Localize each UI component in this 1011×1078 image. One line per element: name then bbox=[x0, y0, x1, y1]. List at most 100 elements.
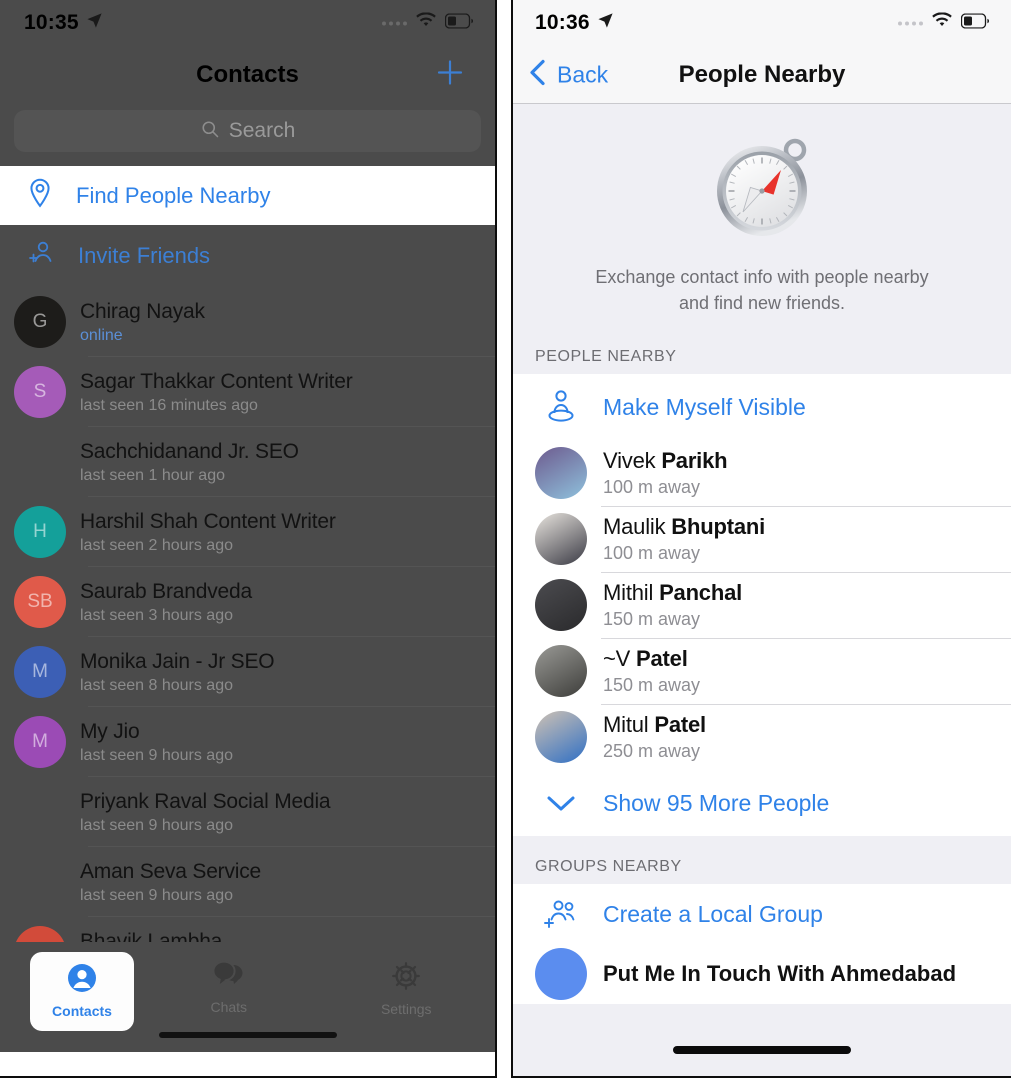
plus-icon[interactable] bbox=[435, 58, 465, 93]
people-nearby-hero: Exchange contact info with people nearby… bbox=[513, 104, 1011, 327]
contacts-list-dimmed: Invite Friends G Chirag Nayak online S Sagar… bbox=[0, 225, 495, 1052]
status-bar-right: 10:36 bbox=[513, 0, 1011, 46]
status-bar-left: 10:35 bbox=[0, 0, 495, 46]
contact-name: Sachchidanand Jr. SEO bbox=[80, 439, 299, 463]
create-local-group-row[interactable]: Create a Local Group bbox=[513, 884, 1011, 944]
person-distance: 150 m away bbox=[603, 675, 701, 696]
contact-row[interactable]: Aman Seva Service last seen 9 hours ago bbox=[0, 847, 495, 917]
contacts-top-dimmed: 10:35 Contacts Search bbox=[0, 0, 495, 166]
contact-status: last seen 9 hours ago bbox=[80, 746, 233, 764]
search-placeholder: Search bbox=[228, 119, 296, 142]
person-row[interactable]: ~V Patel 150 m away bbox=[513, 638, 1011, 704]
contact-status: last seen 2 hours ago bbox=[80, 536, 233, 554]
people-list: Vivek Parikh 100 m away Maulik Bhuptani 100… bbox=[513, 440, 1011, 770]
hero-description-line1: Exchange contact info with people nearby bbox=[595, 267, 929, 287]
home-indicator-left bbox=[158, 1032, 337, 1038]
left-phone-screen: 10:35 Contacts Search Find People Nearby… bbox=[0, 0, 497, 1078]
status-bar-indicators-right bbox=[898, 12, 991, 34]
contact-status: last seen 9 hours ago bbox=[80, 816, 233, 834]
avatar bbox=[535, 645, 587, 698]
groups-nearby-sheet: Create a Local Group Put Me In Touch Wit… bbox=[513, 884, 1011, 1005]
contact-status: online bbox=[80, 326, 123, 344]
contact-status: last seen 9 hours ago bbox=[80, 886, 233, 904]
contact-row[interactable]: Sachchidanand Jr. SEO last seen 1 hour ag… bbox=[0, 427, 495, 497]
contact-name: Chirag Nayak bbox=[80, 299, 205, 323]
person-distance: 100 m away bbox=[603, 477, 701, 498]
hero-description: Exchange contact info with people nearby… bbox=[513, 265, 1011, 316]
contact-row[interactable]: M Monika Jain - Jr SEO last seen 8 hours a… bbox=[0, 637, 495, 707]
person-row[interactable]: Vivek Parikh 100 m away bbox=[513, 440, 1011, 506]
tab-settings-label: Settings bbox=[380, 1001, 432, 1017]
show-more-people-label: Show 95 More People bbox=[603, 789, 830, 816]
person-name: Maulik Bhuptani bbox=[603, 514, 766, 540]
contact-row[interactable]: M My Jio last seen 9 hours ago bbox=[0, 707, 495, 777]
avatar bbox=[14, 786, 66, 838]
back-button[interactable]: Back bbox=[525, 57, 608, 92]
person-distance: 100 m away bbox=[603, 543, 701, 564]
avatar bbox=[535, 948, 587, 1001]
contact-row[interactable]: Priyank Raval Social Media last seen 9 ho… bbox=[0, 777, 495, 847]
contact-name: Harshil Shah Content Writer bbox=[80, 509, 336, 533]
compass-icon bbox=[703, 138, 821, 250]
contact-row[interactable]: S Sagar Thakkar Content Writer last seen 1… bbox=[0, 357, 495, 427]
avatar bbox=[535, 513, 587, 566]
battery-icon bbox=[444, 12, 475, 33]
search-input[interactable]: Search bbox=[14, 110, 481, 152]
person-row[interactable]: Mithil Panchal 150 m away bbox=[513, 572, 1011, 638]
wifi-icon bbox=[415, 12, 437, 34]
find-people-nearby-row[interactable]: Find People Nearby bbox=[0, 166, 495, 225]
person-circle-icon bbox=[66, 962, 98, 999]
person-distance: 250 m away bbox=[603, 741, 701, 762]
invite-friends-row[interactable]: Invite Friends bbox=[0, 225, 495, 287]
person-name: ~V Patel bbox=[603, 646, 688, 672]
avatar: S bbox=[14, 366, 66, 418]
right-phone-screen: 10:36 Back People Nearby Exchange contac… bbox=[511, 0, 1011, 1078]
contact-status: last seen 8 hours ago bbox=[80, 676, 233, 694]
group-row[interactable]: Put Me In Touch With Ahmedabad bbox=[513, 944, 1011, 1004]
tab-contacts-label: Contacts bbox=[52, 1003, 112, 1019]
person-row[interactable]: Mitul Patel 250 m away bbox=[513, 704, 1011, 770]
tab-chats[interactable]: Chats bbox=[140, 952, 318, 1015]
status-bar-time-right: 10:36 bbox=[535, 11, 590, 34]
hero-description-line2: and find new friends. bbox=[678, 292, 846, 313]
contact-name: Sagar Thakkar Content Writer bbox=[80, 369, 353, 393]
contacts-list: G Chirag Nayak online S Sagar Thakkar Conten… bbox=[0, 287, 495, 987]
people-nearby-navbar: Back People Nearby bbox=[513, 46, 1011, 104]
make-myself-visible-label: Make Myself Visible bbox=[603, 393, 806, 420]
show-more-people-row[interactable]: Show 95 More People bbox=[513, 770, 1011, 836]
contact-row[interactable]: H Harshil Shah Content Writer last seen 2 … bbox=[0, 497, 495, 567]
status-bar-indicators bbox=[382, 12, 475, 34]
person-row[interactable]: Maulik Bhuptani 100 m away bbox=[513, 506, 1011, 572]
contact-status: last seen 1 hour ago bbox=[80, 466, 225, 484]
gear-icon bbox=[390, 960, 422, 997]
contact-status: last seen 16 minutes ago bbox=[80, 396, 258, 414]
avatar bbox=[535, 447, 587, 500]
person-name: Mitul Patel bbox=[603, 712, 706, 738]
cellular-dots-icon bbox=[898, 21, 923, 25]
chevron-left-icon bbox=[525, 57, 551, 92]
tab-settings[interactable]: Settings bbox=[318, 952, 496, 1017]
avatar: M bbox=[14, 646, 66, 698]
avatar bbox=[14, 436, 66, 488]
contact-row[interactable]: SB Saurab Brandveda last seen 3 hours ago bbox=[0, 567, 495, 637]
location-arrow-icon bbox=[86, 12, 103, 34]
wifi-icon bbox=[931, 12, 953, 34]
groups-nearby-section-header: GROUPS NEARBY bbox=[513, 836, 1011, 885]
group-name: Put Me In Touch With Ahmedabad bbox=[603, 961, 957, 987]
avatar: H bbox=[14, 506, 66, 558]
back-button-label: Back bbox=[557, 61, 609, 87]
contact-row[interactable]: G Chirag Nayak online bbox=[0, 287, 495, 357]
contact-name: Monika Jain - Jr SEO bbox=[80, 649, 275, 673]
tab-contacts[interactable]: Contacts bbox=[30, 952, 134, 1031]
location-arrow-icon bbox=[597, 12, 614, 34]
chevron-down-icon bbox=[535, 792, 587, 814]
tab-chats-label: Chats bbox=[210, 999, 248, 1015]
avatar: M bbox=[14, 716, 66, 768]
people-nearby-section-header: PEOPLE NEARBY bbox=[513, 326, 1011, 375]
avatar: G bbox=[14, 296, 66, 348]
contacts-screen: 10:35 Contacts Search Find People Nearby… bbox=[0, 0, 495, 1076]
people-nearby-sheet: Make Myself Visible Vivek Parikh 100 m aw… bbox=[513, 374, 1011, 837]
invite-friends-label: Invite Friends bbox=[78, 243, 211, 268]
home-indicator-right bbox=[673, 1046, 851, 1054]
make-myself-visible-row[interactable]: Make Myself Visible bbox=[513, 374, 1011, 440]
